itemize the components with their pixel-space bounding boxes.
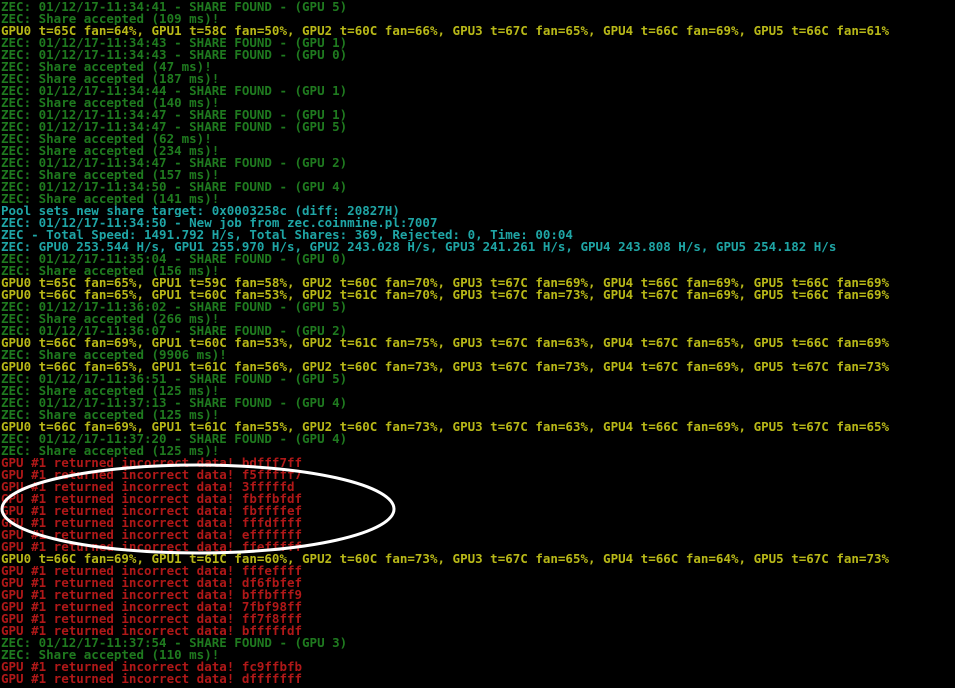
console-line: GPU0 t=66C fan=69%, GPU1 t=61C fan=60%, … (1, 553, 890, 565)
console-line: GPU0 t=66C fan=65%, GPU1 t=60C fan=53%, … (1, 289, 890, 301)
console-line: GPU0 t=66C fan=69%, GPU1 t=61C fan=55%, … (1, 421, 890, 433)
console-line: ZEC: 01/12/17-11:36:51 - SHARE FOUND - (… (1, 373, 348, 385)
console-line: GPU #1 returned incorrect data! ff7f8fff (1, 613, 303, 625)
console-line: ZEC: 01/12/17-11:34:50 - New job from ze… (1, 217, 438, 229)
console-line: GPU #1 returned incorrect data! dfffffff (1, 673, 303, 685)
console-line: ZEC: Share accepted (140 ms)! (1, 97, 220, 109)
console-line: GPU #1 returned incorrect data! ffefffff (1, 541, 303, 553)
console-line: ZEC: Share accepted (9906 ms)! (1, 349, 227, 361)
console-line: GPU #1 returned incorrect data! bdfff7ff (1, 457, 303, 469)
console-line: GPU #1 returned incorrect data! fffeffff (1, 565, 303, 577)
console-line: ZEC: Share accepted (125 ms)! (1, 409, 220, 421)
console-line: ZEC: 01/12/17-11:34:41 - SHARE FOUND - (… (1, 1, 348, 13)
console-line: ZEC: 01/12/17-11:34:43 - SHARE FOUND - (… (1, 37, 348, 49)
console-line: ZEC: 01/12/17-11:37:20 - SHARE FOUND - (… (1, 433, 348, 445)
console-line: ZEC: 01/12/17-11:37:13 - SHARE FOUND - (… (1, 397, 348, 409)
console-line: ZEC: Share accepted (157 ms)! (1, 169, 220, 181)
console-line: ZEC: 01/12/17-11:34:43 - SHARE FOUND - (… (1, 49, 348, 61)
console-line: ZEC: 01/12/17-11:34:47 - SHARE FOUND - (… (1, 157, 348, 169)
console-line: ZEC: 01/12/17-11:34:50 - SHARE FOUND - (… (1, 181, 348, 193)
console-line: ZEC: Share accepted (47 ms)! (1, 61, 212, 73)
console-line: GPU #1 returned incorrect data! bffbfff9 (1, 589, 303, 601)
console-line: ZEC: Share accepted (125 ms)! (1, 445, 220, 457)
console-line: ZEC: 01/12/17-11:34:44 - SHARE FOUND - (… (1, 85, 348, 97)
console-line: ZEC: 01/12/17-11:36:07 - SHARE FOUND - (… (1, 325, 348, 337)
console-output: ZEC: 01/12/17-11:34:41 - SHARE FOUND - (… (0, 1, 955, 685)
console-line: ZEC: Share accepted (125 ms)! (1, 385, 220, 397)
console-line: ZEC: 01/12/17-11:35:04 - SHARE FOUND - (… (1, 253, 348, 265)
console-line: ZEC: Share accepted (234 ms)! (1, 145, 220, 157)
console-line: GPU #1 returned incorrect data! f5fffff7 (1, 469, 303, 481)
console-line: GPU #1 returned incorrect data! fbffffef (1, 505, 303, 517)
console-line: ZEC: 01/12/17-11:37:54 - SHARE FOUND - (… (1, 637, 348, 649)
console-line: ZEC - Total Speed: 1491.792 H/s, Total S… (1, 229, 573, 241)
console-line: ZEC: Share accepted (62 ms)! (1, 133, 212, 145)
console-line: GPU #1 returned incorrect data! fbffbfdf (1, 493, 303, 505)
console-line: Pool sets new share target: 0x0003258c (… (1, 205, 400, 217)
console-line: ZEC: Share accepted (110 ms)! (1, 649, 220, 661)
console-line: ZEC: 01/12/17-11:34:47 - SHARE FOUND - (… (1, 121, 348, 133)
console-line: GPU #1 returned incorrect data! efffffff (1, 529, 303, 541)
console-line: GPU0 t=65C fan=64%, GPU1 t=58C fan=50%, … (1, 25, 890, 37)
console-line: GPU0 t=66C fan=69%, GPU1 t=60C fan=53%, … (1, 337, 890, 349)
console-line: ZEC: Share accepted (156 ms)! (1, 265, 220, 277)
console-line: GPU0 t=66C fan=65%, GPU1 t=61C fan=56%, … (1, 361, 890, 373)
console-line: GPU #1 returned incorrect data! 7fbf98ff (1, 601, 303, 613)
console-line: ZEC: Share accepted (266 ms)! (1, 313, 220, 325)
console-line: ZEC: 01/12/17-11:34:47 - SHARE FOUND - (… (1, 109, 348, 121)
console-line: GPU #1 returned incorrect data! bfffffdf (1, 625, 303, 637)
console-line: GPU0 t=65C fan=65%, GPU1 t=59C fan=58%, … (1, 277, 890, 289)
console-line: GPU #1 returned incorrect data! df6fbfef (1, 577, 303, 589)
console-line: ZEC: GPU0 253.544 H/s, GPU1 255.970 H/s,… (1, 241, 837, 253)
console-line: GPU #1 returned incorrect data! fc9ffbfb (1, 661, 303, 673)
console-line: GPU #1 returned incorrect data! fffdffff (1, 517, 303, 529)
console-window[interactable]: ZEC: 01/12/17-11:34:41 - SHARE FOUND - (… (0, 0, 955, 688)
console-line: ZEC: Share accepted (109 ms)! (1, 13, 220, 25)
console-line: GPU #1 returned incorrect data! 3fffffd (1, 481, 295, 493)
console-line: ZEC: 01/12/17-11:36:02 - SHARE FOUND - (… (1, 301, 348, 313)
console-line: ZEC: Share accepted (141 ms)! (1, 193, 220, 205)
console-line: ZEC: Share accepted (187 ms)! (1, 73, 220, 85)
